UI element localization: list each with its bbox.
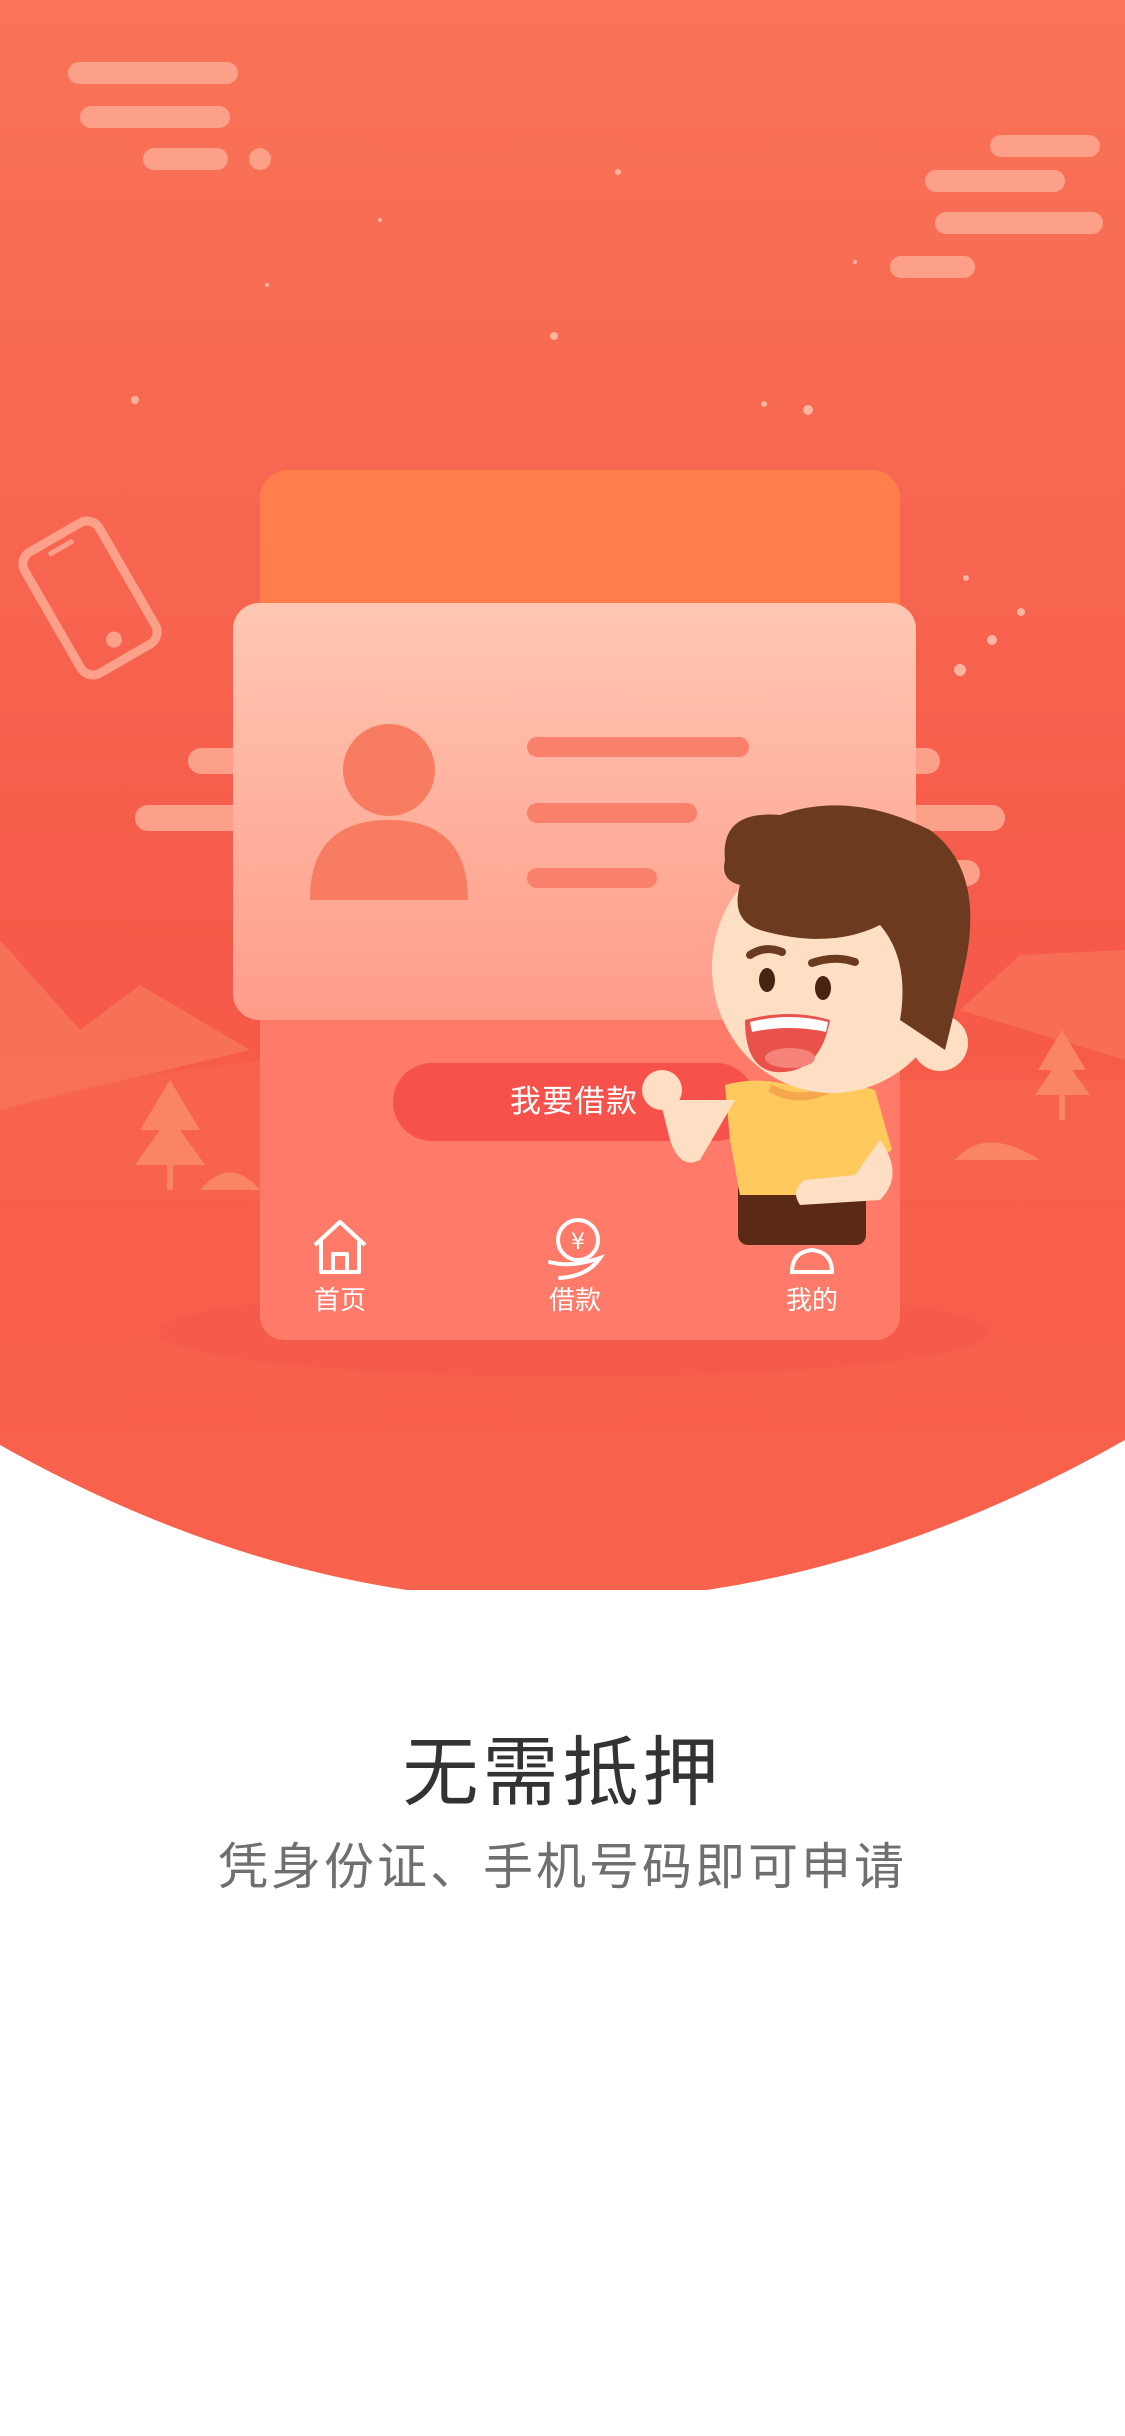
nav-label-home: 首页 bbox=[313, 1286, 366, 1316]
onboarding-illustration: ¥ bbox=[0, 0, 1125, 1590]
borrow-now-button[interactable]: 我要借款 bbox=[393, 1063, 755, 1141]
id-card-line-2 bbox=[527, 803, 697, 823]
id-card-avatar-head bbox=[343, 724, 435, 816]
onboarding-title: 无需抵押 bbox=[402, 1728, 723, 1817]
nav-label-mine: 我的 bbox=[785, 1286, 838, 1316]
nav-label-borrow: 借款 bbox=[548, 1286, 601, 1316]
svg-text:¥: ¥ bbox=[571, 1230, 585, 1255]
id-card-line-3 bbox=[527, 868, 657, 888]
id-card-line-1 bbox=[527, 737, 749, 757]
onboarding-subtitle: 凭身份证、手机号码即可申请 bbox=[218, 1838, 907, 1896]
